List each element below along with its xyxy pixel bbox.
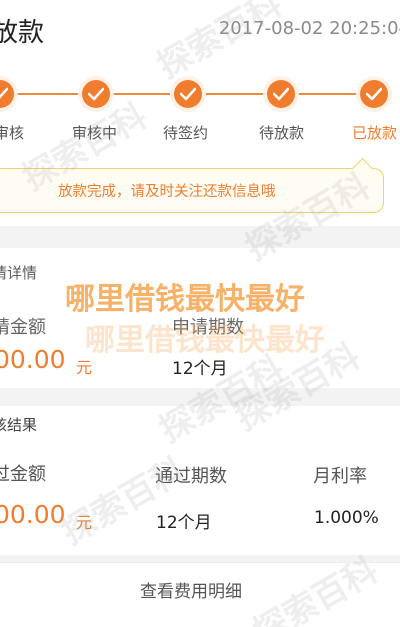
check-icon: [88, 87, 104, 101]
fee-details-link[interactable]: 查看费用明细: [140, 577, 242, 602]
step-label-4: 待放款: [259, 124, 305, 142]
section-divider: [0, 226, 400, 248]
approved-term-value: 12个月: [156, 513, 212, 533]
monthly-rate-label: 月利率: [313, 466, 367, 487]
requested-amount-unit: 元: [76, 358, 93, 377]
approved-term-label: 通过期数: [155, 466, 227, 487]
section-title-review-result: 核结果: [0, 416, 38, 434]
step-label-3: 待签约: [163, 124, 209, 142]
progress-line-4: [294, 93, 366, 95]
requested-amount-value: 00.00: [0, 345, 66, 374]
review-result-section: 核结果 过金额 通过期数 月利率 00.00 元 12个月 1.000%: [0, 406, 400, 555]
requested-term-label: 申请期数: [172, 317, 244, 338]
progress-line-2: [108, 93, 182, 95]
section-divider: [0, 388, 400, 406]
progress-line-3: [201, 93, 273, 95]
loan-progress: 审核 审核中 待签约 待放款 已放款: [0, 74, 400, 160]
approved-amount-value: 00.00: [0, 500, 66, 529]
step-icon-5: [360, 80, 388, 108]
section-divider: [0, 555, 400, 562]
step-icon-1: [0, 80, 14, 108]
check-icon: [273, 87, 289, 101]
page-title: 放款: [0, 18, 45, 48]
step-label-2: 审核中: [72, 124, 118, 142]
check-icon: [0, 87, 8, 99]
requested-amount-label: 请金额: [0, 317, 46, 338]
requested-term-value: 12个月: [172, 359, 228, 379]
page-header: 放款 2017-08-02 20:25:04: [0, 0, 400, 64]
fee-details-row[interactable]: 查看费用明细: [0, 562, 400, 615]
step-icon-4: [267, 80, 295, 108]
loan-notice: 放款完成，请及时关注还款信息哦: [0, 168, 384, 213]
step-label-5: 已放款: [352, 124, 398, 142]
loan-status-page: 放款 2017-08-02 20:25:04 审核 审核中 待签约 待放款 已放…: [0, 0, 400, 627]
approved-amount-label: 过金额: [0, 464, 46, 485]
check-icon: [180, 87, 196, 101]
step-label-1: 审核: [0, 124, 25, 142]
section-title-loan-details: 请详情: [0, 264, 38, 282]
timestamp: 2017-08-02 20:25:04: [218, 18, 400, 39]
step-icon-3: [174, 80, 202, 108]
step-icon-2: [82, 80, 110, 108]
check-icon: [366, 87, 382, 101]
monthly-rate-value: 1.000%: [314, 508, 379, 528]
approved-amount-unit: 元: [76, 513, 93, 532]
notice-text: 放款完成，请及时关注还款信息哦: [58, 184, 276, 200]
